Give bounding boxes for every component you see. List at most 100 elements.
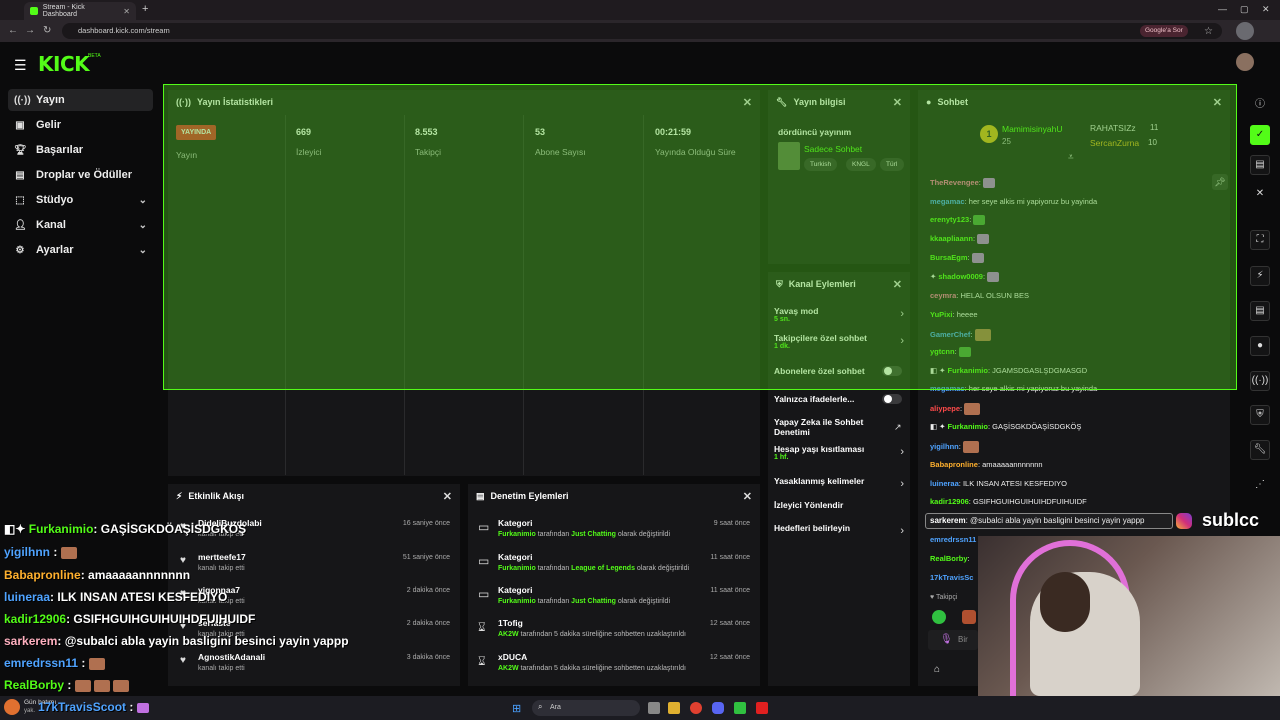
fullscreen-icon[interactable]: ⛶ <box>1250 230 1270 250</box>
heart-icon: ♥ <box>180 555 186 566</box>
chat-username[interactable]: erenyty123 <box>930 215 969 224</box>
expand-icon[interactable]: ⩡ <box>1068 152 1074 163</box>
back-icon[interactable]: ← <box>8 25 18 36</box>
chat-username[interactable]: luineraa <box>930 479 959 488</box>
sidebar-item-droplar[interactable]: ▤ Droplar ve Ödüller <box>8 164 153 186</box>
lightning-icon[interactable]: ⚡︎ <box>1250 266 1270 286</box>
weather-icon[interactable] <box>4 699 20 715</box>
close-tab-icon[interactable]: ✕ <box>123 7 130 16</box>
chat-username[interactable]: shadow0009 <box>938 272 983 281</box>
activity-time: 3 dakika önce <box>406 654 450 661</box>
emote-picker-icon[interactable] <box>932 610 946 624</box>
sidebar-item-studyo[interactable]: ⬚ Stüdyo ⌄ <box>8 189 153 211</box>
chat-username[interactable]: 17kTravisSc <box>930 573 973 582</box>
slow-mode-row[interactable]: Yavaş mod 5 sn. › <box>774 306 904 323</box>
google-ask-chip[interactable]: Google'a Sor <box>1140 25 1188 37</box>
windows-start-icon[interactable]: ⊞ <box>512 702 521 715</box>
subs-only-toggle[interactable] <box>882 366 902 376</box>
close-icon[interactable]: ✕ <box>893 278 902 291</box>
chat-username[interactable]: megamac <box>930 384 965 393</box>
chat-bubble-icon[interactable]: ● <box>1250 336 1270 356</box>
sidebar-item-label: Gelir <box>36 119 62 131</box>
chat-username[interactable]: ceymra <box>930 291 956 300</box>
taskbar-search[interactable]: Ara <box>532 700 640 716</box>
close-icon[interactable]: ✕ <box>743 490 752 503</box>
info-icon[interactable]: ⓘ <box>1255 95 1265 110</box>
chat-username[interactable]: aliypepe <box>930 404 960 413</box>
studio-icon: ⬚ <box>15 194 25 206</box>
account-age-row[interactable]: Hesap yaşı kısıtlaması 1 hf. › <box>774 444 904 461</box>
task-view-icon[interactable] <box>648 702 660 714</box>
reload-icon[interactable]: ↻ <box>43 25 51 36</box>
document-icon[interactable]: ▤ <box>1250 301 1270 321</box>
followers-only-row[interactable]: Takipçilere özel sohbet 1 dk. › <box>774 333 904 350</box>
chat-username[interactable]: emredrssn11 <box>930 535 976 544</box>
layout-icon[interactable]: ▤ <box>1250 155 1270 175</box>
wrench-icon[interactable]: 🔧︎ <box>1250 440 1270 460</box>
broadcast-icon[interactable]: ((·)) <box>1250 371 1270 391</box>
checkmark-icon[interactable]: ✓ <box>1250 125 1270 145</box>
user-avatar[interactable] <box>1236 53 1254 71</box>
top-gifter-2-name[interactable]: RAHATSIZz <box>1090 123 1136 133</box>
close-icon[interactable]: ✕ <box>443 490 452 503</box>
chat-username[interactable]: RealBorby <box>930 554 968 563</box>
sidebar-item-gelir[interactable]: ▣ Gelir <box>8 114 153 136</box>
top-gifter-3-name[interactable]: SercanZurna <box>1090 138 1139 148</box>
duration-value: 00:21:59 <box>655 127 692 137</box>
chat-username[interactable]: TheRevengee <box>930 178 979 187</box>
close-icon[interactable]: ✕ <box>1213 96 1222 109</box>
chevron-down-icon: ⌄ <box>138 219 147 231</box>
chat-username[interactable]: BursaEgm <box>930 253 968 262</box>
minimize-icon[interactable]: — <box>1218 4 1227 14</box>
browser-tab[interactable]: Stream - Kick Dashboard ✕ <box>24 2 136 20</box>
file-explorer-icon[interactable] <box>668 702 680 714</box>
sidebar-item-kanal[interactable]: 👤︎ Kanal ⌄ <box>8 214 153 236</box>
browser-profile-avatar[interactable] <box>1236 22 1254 40</box>
chat-username[interactable]: Furkanimio <box>948 422 988 431</box>
chrome-icon[interactable] <box>690 702 702 714</box>
chat-username[interactable]: yigilhnn <box>930 442 959 451</box>
chat-username[interactable]: megamac <box>930 197 965 206</box>
chat-username[interactable]: ygtcnn <box>930 347 955 356</box>
close-icon[interactable]: ✕ <box>893 96 902 109</box>
emote-only-toggle[interactable] <box>882 394 902 404</box>
ai-moderation-row[interactable]: Yapay Zeka ile Sohbet Denetimi <box>774 417 894 437</box>
chat-username[interactable]: GamerChef <box>930 330 970 339</box>
sidebar-item-yayin[interactable]: ((·)) Yayın <box>8 89 153 111</box>
chat-username[interactable]: kadir12906 <box>930 497 969 506</box>
close-icon[interactable]: ✕ <box>1250 185 1270 205</box>
bookmark-star-icon[interactable]: ☆ <box>1204 26 1213 37</box>
chat-username[interactable]: kkaapliaann <box>930 234 973 243</box>
close-window-icon[interactable]: ✕ <box>1262 4 1270 15</box>
shield-icon[interactable]: ⛨ <box>1250 405 1270 425</box>
chat-username[interactable]: Furkanimio <box>948 366 988 375</box>
external-link-icon[interactable]: ↗ <box>894 422 902 433</box>
app-icon[interactable] <box>734 702 746 714</box>
activity-user[interactable]: mertteefe17 <box>198 552 246 562</box>
mic-icon[interactable]: 🎙︎ <box>940 634 953 645</box>
forward-icon[interactable]: → <box>25 25 35 36</box>
store-icon[interactable]: ⌂ <box>934 664 940 675</box>
new-tab-icon[interactable]: + <box>142 3 148 15</box>
discord-icon[interactable] <box>712 702 724 714</box>
chat-username[interactable]: YuPixi <box>930 310 953 319</box>
url-field[interactable]: dashboard.kick.com/stream <box>62 23 1222 39</box>
activity-user[interactable]: AgnostikAdanali <box>198 652 265 662</box>
sidebar-item-ayarlar[interactable]: ⚙ Ayarlar ⌄ <box>8 239 153 261</box>
share-icon[interactable]: ⋰ <box>1250 476 1270 496</box>
kick-logo[interactable]: KICK <box>38 52 90 76</box>
chat-username[interactable]: Babapronline <box>930 460 978 469</box>
chat-username[interactable]: sarkerem <box>930 516 966 525</box>
raid-row[interactable]: İzleyici Yönlendir <box>774 500 904 510</box>
sidebar-item-basarilar[interactable]: 🏆︎ Başarılar <box>8 139 153 161</box>
close-icon[interactable]: ✕ <box>743 96 752 109</box>
menu-icon[interactable]: ☰ <box>14 57 27 74</box>
chat-input[interactable]: Bir <box>928 630 978 650</box>
youtube-icon[interactable] <box>756 702 768 714</box>
maximize-icon[interactable]: ▢ <box>1240 4 1249 15</box>
category-link[interactable]: Sadece Sohbet <box>804 144 862 154</box>
pin-icon[interactable]: 📌︎ <box>1212 174 1228 190</box>
banned-words-row[interactable]: Yasaklanmış kelimeler › <box>774 476 904 490</box>
top-gifter-1-name[interactable]: MamimisinyahU <box>1002 124 1062 134</box>
goals-row[interactable]: Hedefleri belirleyin › <box>774 523 904 537</box>
